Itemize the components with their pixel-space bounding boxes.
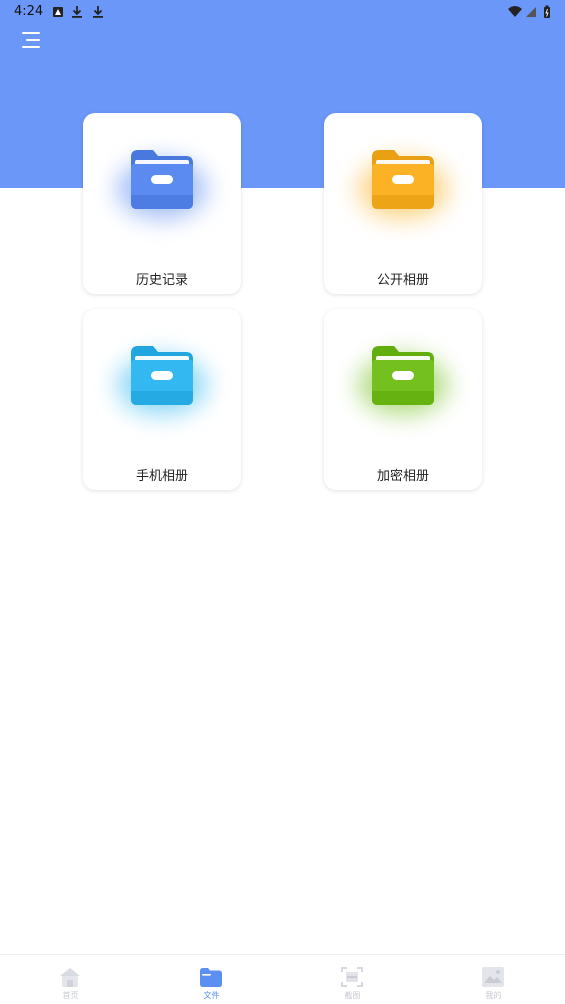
folder-card-public-album[interactable]: 公开相册 xyxy=(324,113,482,294)
folder-label: 加密相册 xyxy=(376,469,429,484)
menu-icon xyxy=(22,32,40,34)
nav-label: 截图 xyxy=(344,991,361,1000)
folder-icon xyxy=(200,968,222,987)
screenshot-icon xyxy=(341,967,363,987)
folder-card-history[interactable]: 历史记录 xyxy=(83,113,241,294)
menu-icon-line xyxy=(22,46,40,48)
folder-icon xyxy=(131,346,193,405)
wifi-icon xyxy=(508,6,522,17)
nav-item-profile[interactable]: 我的 xyxy=(423,955,564,1004)
folder-icon xyxy=(372,346,434,405)
nav-label: 文件 xyxy=(203,991,220,1000)
download-icon xyxy=(93,6,103,18)
status-bar: 4:24 xyxy=(0,0,565,24)
notification-icon xyxy=(53,7,63,17)
status-time: 4:24 xyxy=(14,4,44,19)
bottom-nav: 首页 文件 截图 我的 xyxy=(0,954,565,1004)
folder-card-phone-album[interactable]: 手机相册 xyxy=(83,309,241,490)
image-icon xyxy=(482,967,504,987)
signal-icon xyxy=(526,7,536,17)
download-icon xyxy=(72,6,82,18)
menu-button[interactable] xyxy=(20,30,44,50)
nav-item-home[interactable]: 首页 xyxy=(0,955,141,1004)
home-icon xyxy=(60,968,80,987)
nav-item-files[interactable]: 文件 xyxy=(141,955,282,1004)
folder-icon xyxy=(131,150,193,209)
folder-card-encrypted-album[interactable]: 加密相册 xyxy=(324,309,482,490)
folder-label: 公开相册 xyxy=(376,273,429,288)
battery-icon xyxy=(544,5,550,18)
nav-label: 我的 xyxy=(485,991,502,1000)
nav-item-screenshot[interactable]: 截图 xyxy=(282,955,423,1004)
folder-label: 历史记录 xyxy=(135,273,188,288)
nav-label: 首页 xyxy=(62,991,79,1000)
menu-icon-line xyxy=(26,39,40,41)
folder-label: 手机相册 xyxy=(135,469,188,484)
folder-icon xyxy=(372,150,434,209)
